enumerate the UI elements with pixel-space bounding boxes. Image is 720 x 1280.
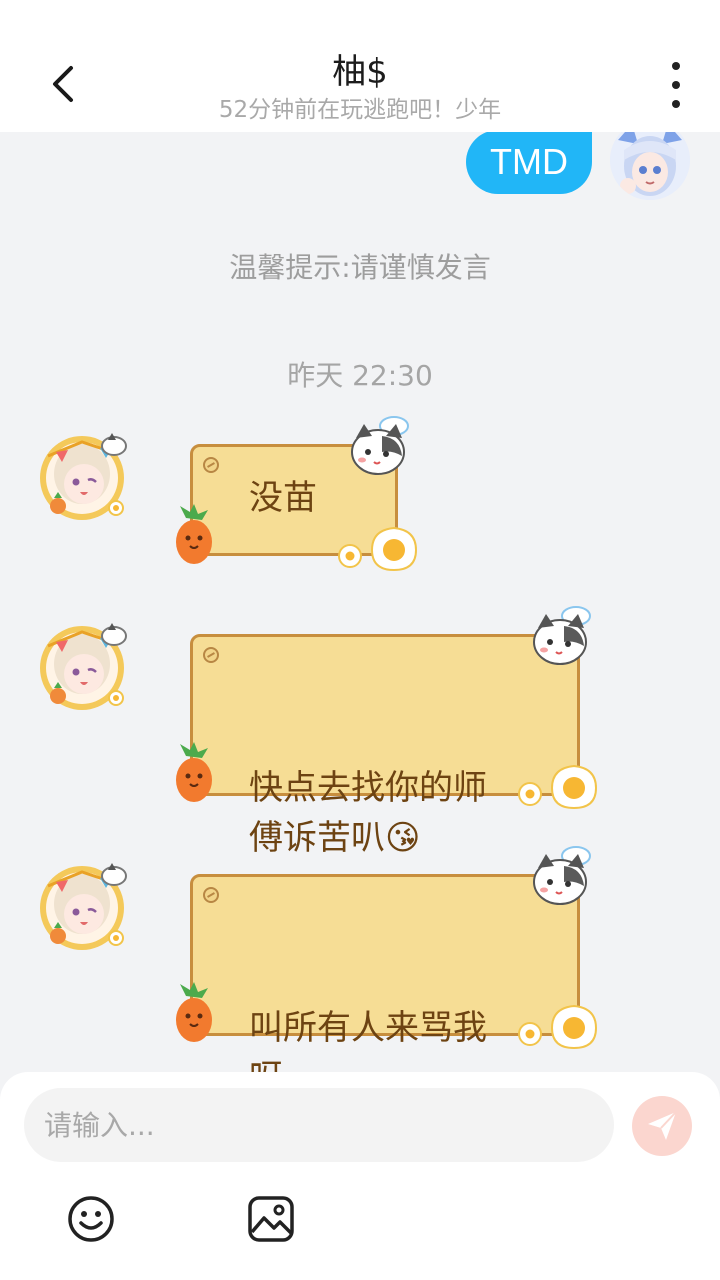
message-timestamp: 昨天 22:30 [287, 359, 433, 392]
online-status: 52分钟前在玩逃跑吧！少年 [218, 97, 502, 123]
more-dot-icon [672, 62, 680, 70]
image-icon[interactable] [246, 1194, 296, 1244]
message-text: 没苗 [249, 478, 317, 518]
message-text: 叫所有人来骂我 呀 [249, 1008, 487, 1072]
cat-sticker-icon [533, 606, 591, 665]
cat-sticker-icon [533, 846, 591, 905]
carrot-sticker-icon [176, 982, 212, 1042]
warm-tip-notice: 温馨提示:请谨慎发言 [229, 251, 491, 284]
sender-avatar[interactable] [38, 858, 134, 954]
pin-icon [203, 647, 219, 663]
carrot-sticker-icon [176, 742, 212, 802]
more-dot-icon [672, 81, 680, 89]
my-avatar[interactable] [610, 132, 690, 200]
more-dot-icon [672, 100, 680, 108]
input-bar [0, 1072, 720, 1280]
egg-flower-sticker-icon [338, 526, 418, 572]
emoji-icon[interactable] [66, 1194, 116, 1244]
send-icon [648, 1111, 677, 1140]
carrot-sticker-icon [176, 504, 212, 564]
pin-icon [203, 887, 219, 903]
egg-flower-sticker-icon [518, 1004, 598, 1050]
send-button[interactable] [632, 1096, 692, 1156]
more-options-button[interactable] [658, 62, 694, 108]
outgoing-message-bubble[interactable]: TMD [466, 132, 592, 194]
egg-flower-sticker-icon [518, 764, 598, 810]
cat-sticker-icon [351, 416, 409, 475]
pin-icon [203, 457, 219, 473]
sender-avatar[interactable] [38, 618, 134, 714]
chat-header: 柚$ 52分钟前在玩逃跑吧！少年 [0, 0, 720, 132]
chat-title: 柚$ [332, 52, 388, 92]
message-list[interactable]: TMD 温馨提示:请谨慎发言 昨天 22:30 没苗 快点去找你的师 傅诉苦叭😘… [0, 132, 720, 1072]
message-input[interactable] [24, 1088, 614, 1162]
message-text: 快点去找你的师 傅诉苦叭😘 [249, 768, 487, 858]
sender-avatar[interactable] [38, 428, 134, 524]
